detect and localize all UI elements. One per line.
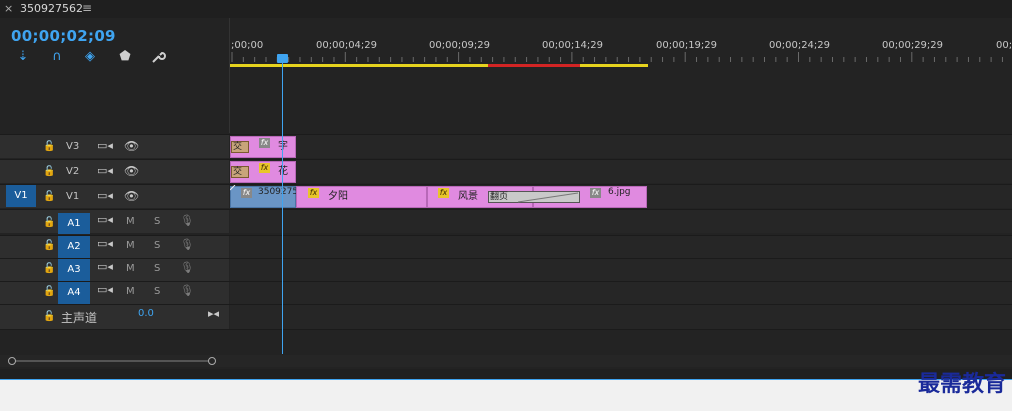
ruler-label: 00;00;24;29 — [769, 40, 831, 51]
fx-badge: fx — [259, 163, 270, 173]
solo-button[interactable]: S — [154, 216, 160, 227]
track-header-a4 — [0, 282, 229, 305]
track-lane-a4[interactable] — [230, 282, 1012, 305]
eye-icon[interactable]: 👁 — [124, 164, 139, 178]
lock-icon[interactable]: 🔓 — [43, 191, 55, 202]
target-a1[interactable]: A1 — [58, 213, 90, 234]
ruler-label: 00;00;04;29 — [316, 40, 378, 51]
playhead-timecode[interactable]: 00;00;02;09 — [11, 27, 116, 45]
eye-icon[interactable]: 👁 — [124, 189, 139, 203]
sync-camera-icon[interactable]: ▭◂ — [97, 139, 113, 152]
linked-selection-icon[interactable]: ◈ — [82, 50, 98, 64]
ruler-ticks — [231, 52, 1003, 62]
solo-button[interactable]: S — [154, 240, 160, 251]
fx-badge: fx — [308, 188, 319, 198]
microphone-icon[interactable]: 🎙 — [180, 214, 194, 227]
zoom-scroll-track[interactable] — [12, 360, 212, 362]
track-name-v1: V1 — [66, 191, 80, 202]
mute-button[interactable]: M — [126, 216, 135, 227]
track-lane-a2[interactable] — [230, 236, 1012, 259]
panel-menu-icon[interactable]: ≡ — [82, 1, 92, 15]
source-patch-v1[interactable]: V1 — [6, 185, 36, 207]
nest-snap-icon[interactable]: ⇣ — [15, 50, 31, 64]
sequence-tab-title[interactable]: 350927562 — [20, 2, 83, 15]
transition-v3[interactable]: 交 — [231, 141, 249, 153]
time-ruler[interactable] — [229, 18, 1012, 133]
lock-icon[interactable]: 🔓 — [43, 263, 55, 274]
target-a4[interactable]: A4 — [58, 282, 90, 304]
ruler-label: 00;00;14;29 — [542, 40, 604, 51]
zoom-handle-left[interactable] — [8, 357, 16, 365]
track-lane-master[interactable] — [230, 305, 1012, 329]
wrench-settings-icon[interactable] — [150, 50, 166, 64]
track-header-a3 — [0, 259, 229, 282]
clip-name: 花 — [278, 166, 288, 177]
track-lane-v2[interactable] — [230, 160, 1012, 183]
microphone-icon[interactable]: 🎙 — [180, 238, 194, 251]
zoom-handle-right[interactable] — [208, 357, 216, 365]
lock-icon[interactable]: 🔓 — [43, 141, 55, 152]
track-lane-a1[interactable] — [230, 210, 1012, 233]
fx-badge: fx — [259, 138, 270, 148]
transition-diagonal — [517, 192, 579, 203]
sync-lock-icon[interactable]: ▭◂ — [97, 283, 113, 296]
sync-camera-icon[interactable]: ▭◂ — [97, 164, 113, 177]
mute-button[interactable]: M — [126, 263, 135, 274]
clip-name: 6.jpg — [608, 187, 631, 197]
add-marker-icon[interactable]: ⬟ — [117, 50, 133, 64]
eye-icon[interactable]: 👁 — [124, 139, 139, 153]
snap-magnet-icon[interactable]: ∩ — [49, 50, 65, 64]
work-area-bar[interactable] — [230, 64, 1012, 67]
close-tab-icon[interactable]: × — [4, 2, 13, 15]
solo-button[interactable]: S — [154, 263, 160, 274]
watermark-logo: 最需教育 — [917, 371, 1006, 397]
ruler-label: 00;00;29;29 — [882, 40, 944, 51]
mute-button[interactable]: M — [126, 286, 135, 297]
track-name-v2: V2 — [66, 166, 80, 177]
track-name-v3: V3 — [66, 141, 80, 152]
ruler-label: 00;00;3 — [996, 40, 1012, 51]
fx-badge: fx — [241, 188, 252, 198]
go-to-end-icon[interactable]: ▸◂ — [208, 307, 219, 320]
microphone-icon[interactable]: 🎙 — [180, 284, 194, 297]
track-lane-v3[interactable] — [230, 135, 1012, 158]
playhead-line[interactable] — [282, 62, 283, 354]
fx-badge: fx — [438, 188, 449, 198]
track-header-a2 — [0, 236, 229, 259]
track-header-master — [0, 305, 229, 329]
clip-name: 风景 — [458, 191, 478, 202]
track-header-v2 — [0, 160, 229, 183]
ruler-label: 00;00;09;29 — [429, 40, 491, 51]
microphone-icon[interactable]: 🎙 — [180, 261, 194, 274]
ruler-label: ;00;00 — [231, 40, 264, 51]
sync-lock-icon[interactable]: ▭◂ — [97, 260, 113, 273]
target-a2[interactable]: A2 — [58, 236, 90, 258]
lock-icon[interactable]: 🔓 — [43, 286, 55, 297]
master-track-name: 主声道 — [61, 311, 98, 325]
master-volume-value[interactable]: 0.0 — [138, 308, 154, 319]
sync-lock-icon[interactable]: ▭◂ — [97, 213, 113, 226]
sync-camera-icon[interactable]: ▭◂ — [97, 189, 113, 202]
lock-icon[interactable]: 🔓 — [43, 240, 55, 251]
track-header-a1 — [0, 210, 229, 233]
lock-icon[interactable]: 🔓 — [43, 166, 55, 177]
lower-area — [0, 380, 1012, 411]
clip-name: 字 — [278, 141, 288, 152]
lock-icon[interactable]: 🔓 — [43, 311, 55, 322]
solo-button[interactable]: S — [154, 286, 160, 297]
fx-badge: fx — [590, 188, 601, 198]
lock-icon[interactable]: 🔓 — [43, 217, 55, 228]
track-header-v3 — [0, 135, 229, 158]
mute-button[interactable]: M — [126, 240, 135, 251]
panel-bottom-edge — [0, 369, 1012, 379]
ruler-label: 00;00;19;29 — [656, 40, 718, 51]
clip-name: 夕阳 — [328, 191, 348, 202]
clip-corner-marker — [230, 185, 236, 191]
timeline-empty-area — [0, 330, 1012, 355]
timeline-tab-bar — [0, 0, 1012, 18]
track-lane-a3[interactable] — [230, 259, 1012, 282]
transition-v2[interactable]: 交 — [231, 166, 249, 178]
sync-lock-icon[interactable]: ▭◂ — [97, 237, 113, 250]
target-a3[interactable]: A3 — [58, 259, 90, 281]
